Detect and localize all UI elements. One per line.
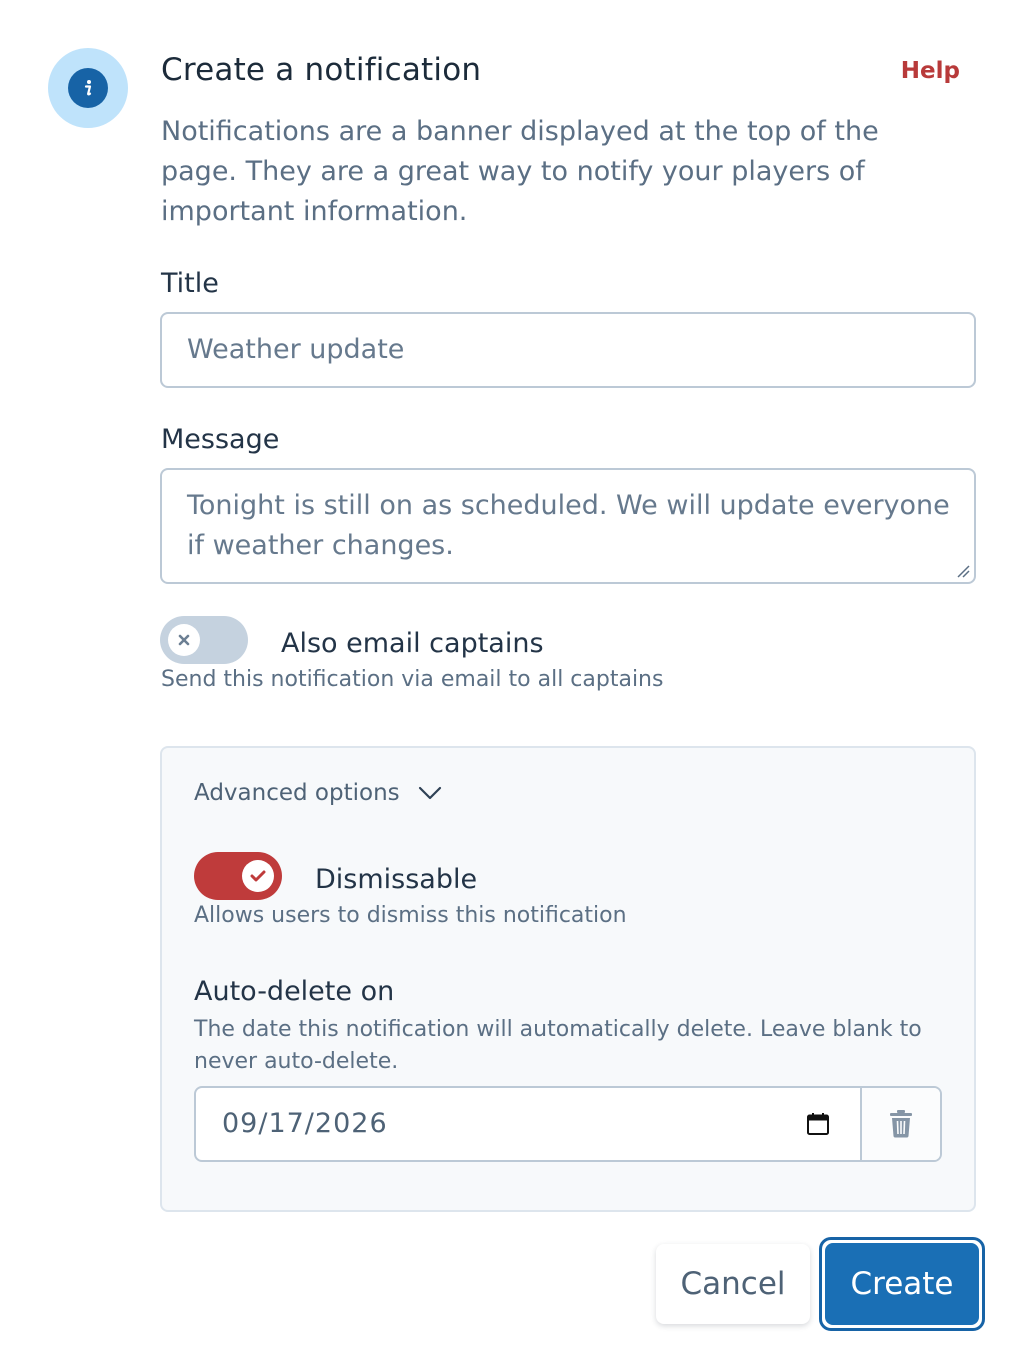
dialog-description: Notifications are a banner displayed at … bbox=[161, 116, 879, 227]
cancel-button[interactable]: Cancel bbox=[656, 1244, 810, 1324]
calendar-icon[interactable] bbox=[806, 1112, 830, 1136]
message-text: Tonight is still on as scheduled. We wil… bbox=[187, 490, 950, 561]
title-label: Title bbox=[161, 268, 219, 299]
create-notification-dialog: Create a notification Help Notifications… bbox=[0, 0, 1024, 1372]
check-icon bbox=[250, 870, 266, 882]
email-captains-description: Send this notification via email to all … bbox=[161, 667, 664, 692]
date-value: 09/17/2026 bbox=[222, 1108, 388, 1139]
advanced-options-label: Advanced options bbox=[194, 780, 400, 806]
message-label: Message bbox=[161, 424, 280, 455]
chevron-down-icon bbox=[418, 786, 441, 800]
trash-icon bbox=[890, 1110, 912, 1138]
email-captains-toggle[interactable] bbox=[160, 616, 248, 664]
help-link[interactable]: Help bbox=[901, 58, 960, 84]
dismissable-toggle[interactable] bbox=[194, 852, 282, 900]
dismissable-description: Allows users to dismiss this notificatio… bbox=[194, 903, 627, 928]
message-textarea[interactable]: Tonight is still on as scheduled. We wil… bbox=[160, 468, 976, 584]
resize-handle-icon[interactable] bbox=[956, 564, 970, 578]
info-icon bbox=[68, 68, 108, 108]
email-captains-label: Also email captains bbox=[281, 628, 544, 659]
x-icon bbox=[178, 634, 190, 646]
auto-delete-date-group: 09/17/2026 bbox=[194, 1086, 942, 1162]
auto-delete-date-input[interactable]: 09/17/2026 bbox=[196, 1088, 860, 1160]
create-button[interactable]: Create bbox=[825, 1243, 979, 1325]
clear-date-button[interactable] bbox=[860, 1088, 940, 1160]
auto-delete-label: Auto-delete on bbox=[194, 976, 395, 1007]
toggle-knob bbox=[242, 860, 274, 892]
toggle-knob bbox=[168, 624, 200, 656]
title-input[interactable]: Weather update bbox=[160, 312, 976, 388]
dismissable-label: Dismissable bbox=[315, 864, 478, 895]
dialog-title: Create a notification bbox=[161, 52, 482, 88]
advanced-options-toggle[interactable]: Advanced options bbox=[194, 780, 442, 806]
auto-delete-description: The date this notification will automati… bbox=[194, 1017, 922, 1074]
info-badge bbox=[48, 48, 128, 128]
